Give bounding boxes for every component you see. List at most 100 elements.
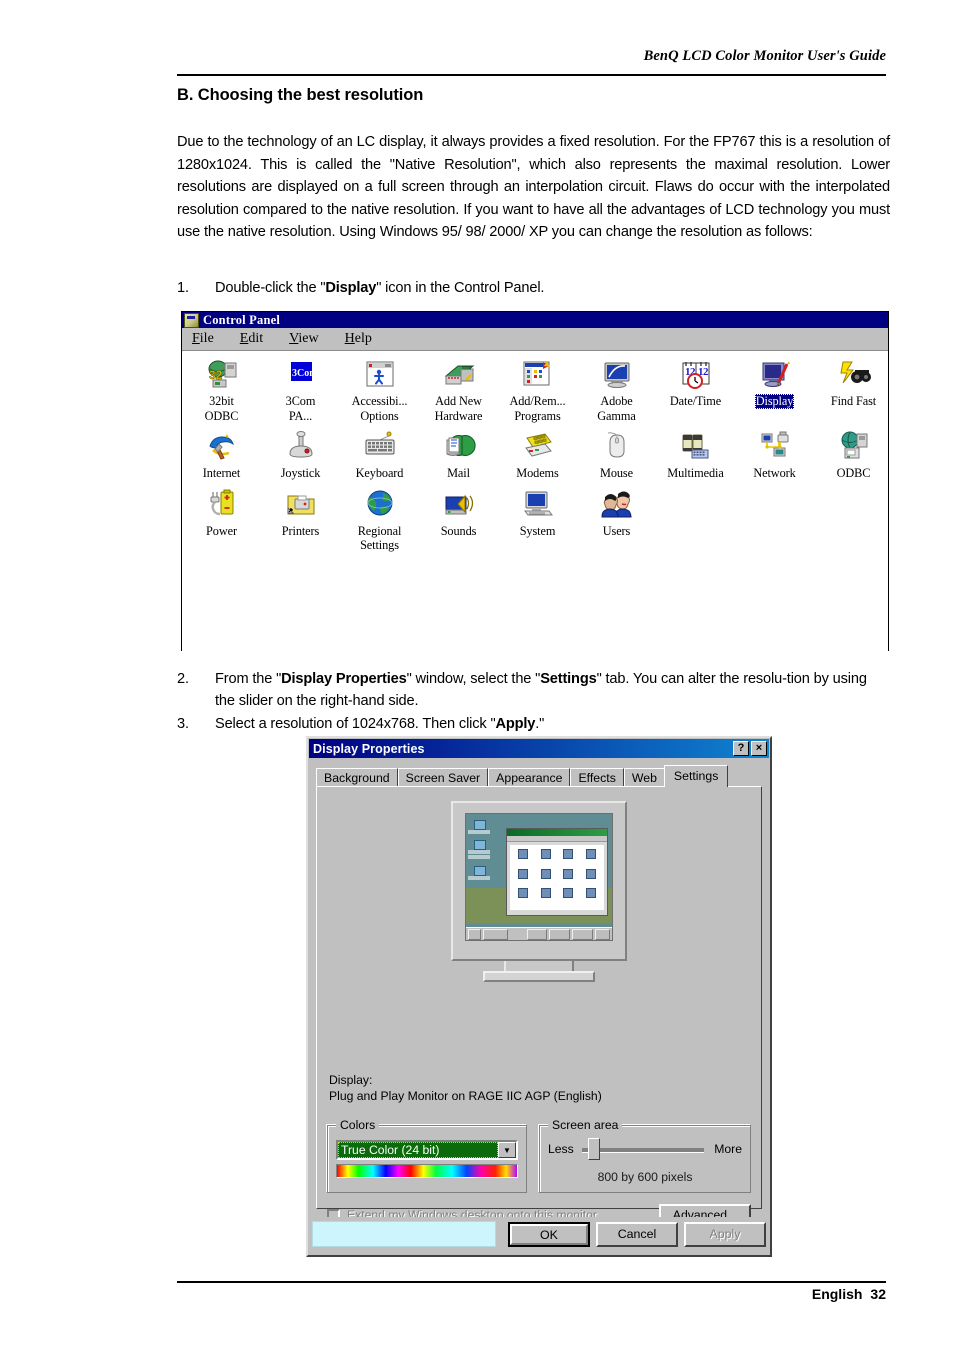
cp-item-label: Modems <box>516 466 559 480</box>
control-panel-title-bar: Control Panel <box>182 312 888 328</box>
cp-item-label: Network <box>753 466 796 480</box>
screen-area-group: Screen area Less More 800 by 600 pixels <box>539 1118 751 1193</box>
tab-background[interactable]: Background <box>316 768 398 787</box>
footer-rule <box>177 1281 886 1283</box>
tab-appearance[interactable]: Appearance <box>488 768 571 787</box>
menu-view[interactable]: View <box>289 331 319 347</box>
footer-page-number: 32 <box>870 1286 886 1302</box>
desktop-icon-label <box>468 876 490 880</box>
cp-item-label: Add New Hardware <box>434 394 483 423</box>
modems-icon <box>521 430 555 463</box>
colors-group: Colors True Color (24 bit) ▼ <box>327 1118 527 1193</box>
tab-screen-saver[interactable]: Screen Saver <box>397 768 489 787</box>
screen-area-slider-thumb[interactable] <box>588 1138 600 1160</box>
settings-tab-pane: Display: Plug and Play Monitor on RAGE I… <box>316 786 762 1227</box>
cp-item-accessibility-options[interactable]: Accessibi... Options <box>340 351 419 423</box>
menu-edit[interactable]: Edit <box>240 331 263 347</box>
cp-item-printers[interactable]: Printers <box>261 481 340 539</box>
cp-item-keyboard[interactable]: Keyboard <box>340 423 419 481</box>
cp-item-32bit-odbc[interactable]: 32 32bit ODBC <box>182 351 261 423</box>
cp-item-3com-pa[interactable]: 3Com 3Com PA... <box>261 351 340 423</box>
cp-item-date-time[interactable]: 1 2 1 2 Date/Time <box>656 351 735 409</box>
joystick-icon <box>284 430 318 463</box>
svg-text:3Com: 3Com <box>292 368 318 379</box>
cp-item-label: Users <box>602 523 631 538</box>
cp-item-label: Adobe Gamma <box>597 394 636 423</box>
cp-item-power[interactable]: Power <box>182 481 261 539</box>
step-1-number: 1. <box>177 280 189 296</box>
mini-window-icons <box>510 845 604 910</box>
cancel-button[interactable]: Cancel <box>596 1221 678 1247</box>
cp-item-find-fast[interactable]: Find Fast <box>814 351 888 409</box>
cp-item-label: System <box>519 523 556 538</box>
cp-item-internet[interactable]: Internet <box>182 423 261 481</box>
cp-item-sounds[interactable]: Sounds <box>419 481 498 539</box>
cp-item-add-remove-programs[interactable]: Add/Rem... Programs <box>498 351 577 423</box>
add-remove-programs-icon <box>521 358 555 391</box>
cp-item-label: Add/Rem... Programs <box>509 394 566 423</box>
cp-item-label: Power <box>206 523 237 538</box>
step-2-number: 2. <box>177 671 189 687</box>
chevron-down-icon[interactable]: ▼ <box>498 1142 516 1158</box>
control-panel-row: 32 32bit ODBC 3Com 3Com PA... Accessibi.… <box>182 351 888 423</box>
regional-settings-icon <box>363 488 397 521</box>
odbc-icon <box>837 430 871 463</box>
ok-button[interactable]: OK <box>508 1221 590 1247</box>
cp-item-mouse[interactable]: Mouse <box>577 423 656 481</box>
footer-filler <box>312 1221 496 1247</box>
tab-web[interactable]: Web <box>623 768 665 787</box>
cp-item-label: Find Fast <box>830 394 877 408</box>
internet-icon <box>205 430 239 463</box>
date-time-icon: 1 2 1 2 <box>679 358 713 391</box>
monitor-screen <box>465 813 613 941</box>
cp-item-network[interactable]: Network <box>735 423 814 481</box>
tab-settings[interactable]: Settings <box>663 765 729 787</box>
keyboard-icon <box>363 430 397 463</box>
cp-item-modems[interactable]: Modems <box>498 423 577 481</box>
step-2-text: From the "Display Properties" window, se… <box>215 671 867 709</box>
step-2: 2. From the "Display Properties" window,… <box>177 668 890 712</box>
document-page: BenQ LCD Color Monitor User's Guide B. C… <box>0 0 954 1351</box>
section-heading: B. Choosing the best resolution <box>177 86 424 104</box>
cp-item-multimedia[interactable]: Multimedia <box>656 423 735 481</box>
monitor-preview[interactable] <box>317 801 761 1011</box>
find-fast-icon <box>837 358 871 391</box>
cp-item-users[interactable]: Users <box>577 481 656 539</box>
multimedia-icon <box>679 430 713 463</box>
color-spectrum-bar <box>336 1164 518 1178</box>
cp-item-regional-settings[interactable]: Regional Settings <box>340 481 419 553</box>
footer-language: English <box>811 1286 863 1302</box>
ok-button-label: OK <box>510 1223 588 1245</box>
desktop-icon <box>474 840 486 850</box>
page-header: BenQ LCD Color Monitor User's Guide <box>643 48 886 64</box>
cp-item-label: Joystick <box>280 466 321 480</box>
slider-less-label: Less <box>548 1142 574 1156</box>
steps-2-3: 2. From the "Display Properties" window,… <box>177 668 890 735</box>
color-depth-dropdown[interactable]: True Color (24 bit) ▼ <box>336 1140 518 1160</box>
tab-effects[interactable]: Effects <box>570 768 624 787</box>
cp-item-display[interactable]: Display <box>735 351 814 409</box>
display-icon <box>758 358 792 391</box>
control-panel-menu-bar: File Edit View Help <box>182 328 888 351</box>
screen-area-slider-track[interactable] <box>582 1148 704 1153</box>
cp-item-odbc[interactable]: ODBC <box>814 423 888 481</box>
cp-item-adobe-gamma[interactable]: Adobe Gamma <box>577 351 656 423</box>
menu-help[interactable]: Help <box>345 331 372 347</box>
monitor-stand <box>504 961 574 971</box>
mouse-icon <box>600 430 634 463</box>
cp-item-label: 3Com PA... <box>285 394 316 423</box>
help-button[interactable]: ? <box>733 741 749 756</box>
control-panel-row: Internet Joystick Keyboard Mail Modems M… <box>182 423 888 481</box>
close-button[interactable]: × <box>751 741 767 756</box>
cp-item-system[interactable]: System <box>498 481 577 539</box>
system-icon <box>521 488 555 521</box>
cp-item-add-new-hardware[interactable]: Add New Hardware <box>419 351 498 423</box>
cp-item-joystick[interactable]: Joystick <box>261 423 340 481</box>
step-3-number: 3. <box>177 716 189 732</box>
add-new-hardware-icon <box>442 358 476 391</box>
svg-text:32: 32 <box>209 368 223 382</box>
power-icon <box>205 488 239 521</box>
menu-file[interactable]: File <box>192 331 214 347</box>
cp-item-mail[interactable]: Mail <box>419 423 498 481</box>
desktop-icon <box>474 866 486 876</box>
